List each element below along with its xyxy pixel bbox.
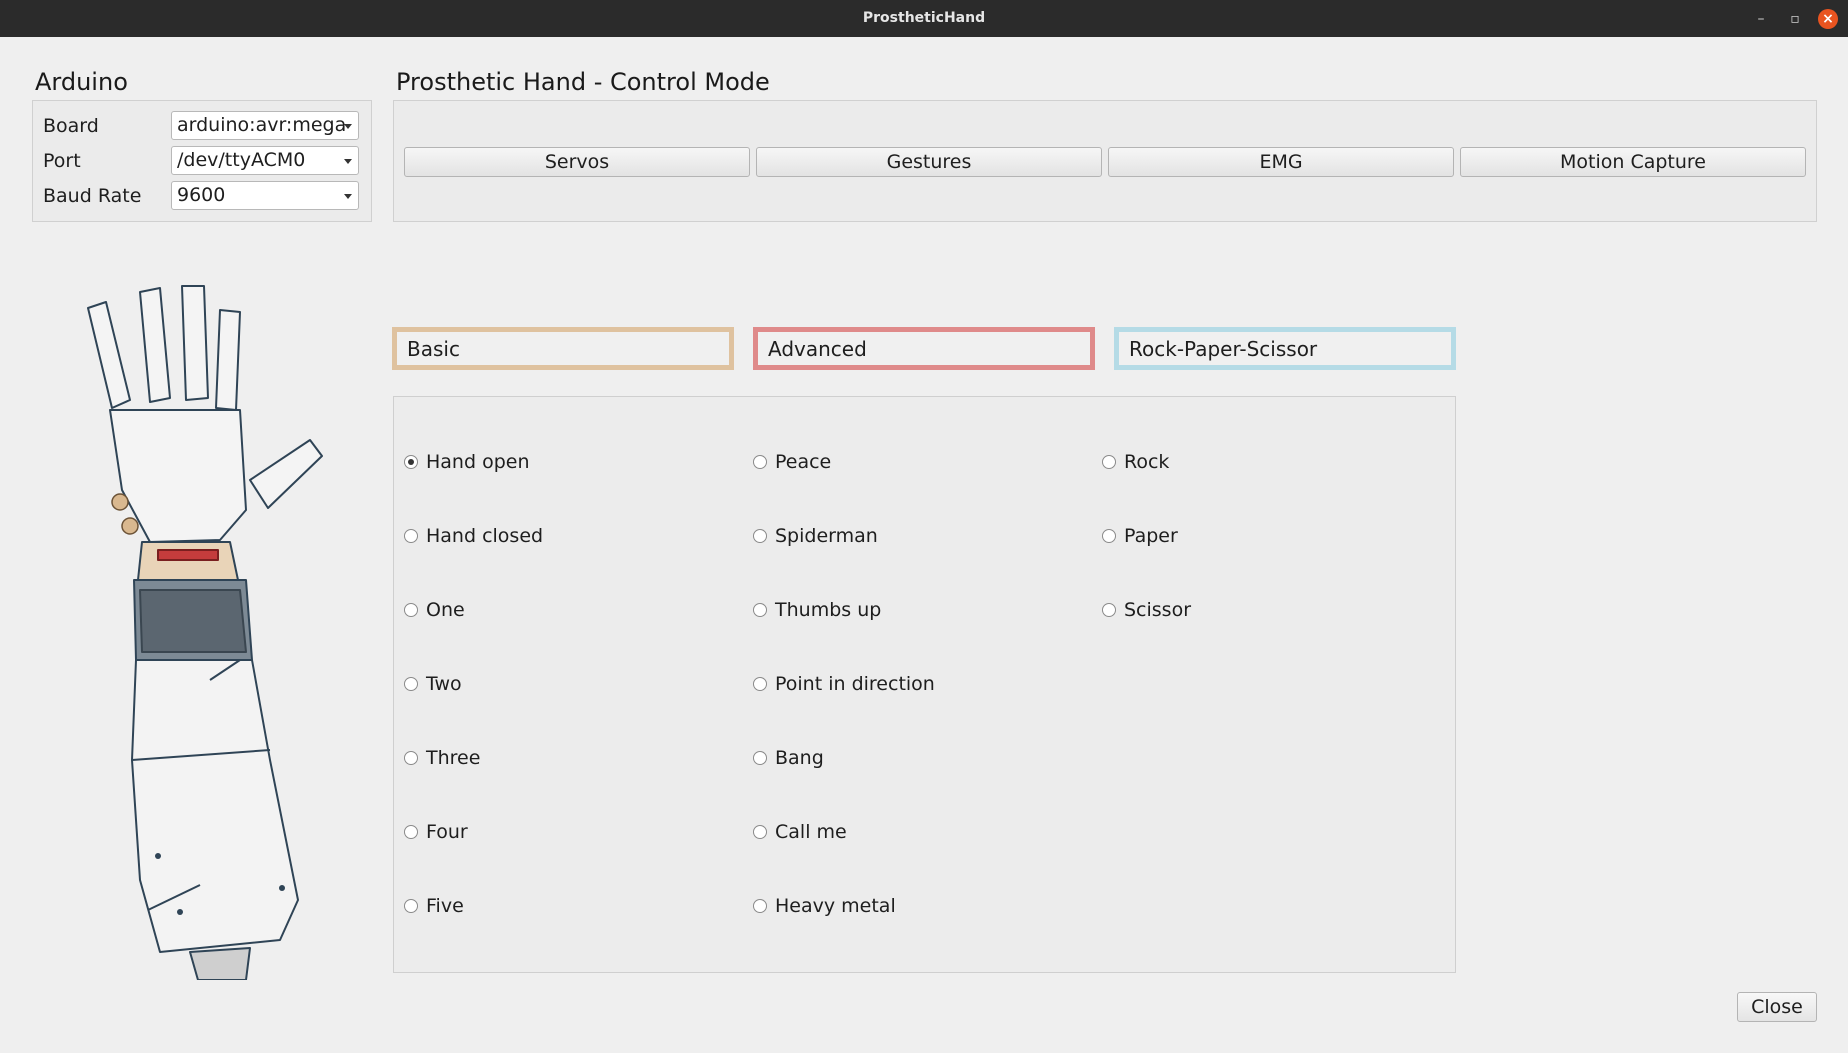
gestures-panel: Hand open Hand closed One Two Three Four… [393, 396, 1456, 973]
title-bar: ProstheticHand – ▫ × [0, 0, 1848, 37]
maximize-icon[interactable]: ▫ [1784, 8, 1806, 30]
chevron-down-icon [344, 194, 352, 199]
control-mode-group: Servos Gestures EMG Motion Capture [393, 100, 1817, 222]
baud-rate-value: 9600 [177, 184, 226, 206]
chevron-down-icon [344, 124, 352, 129]
board-select[interactable]: arduino:avr:mega [171, 111, 359, 140]
radio-icon[interactable] [753, 899, 767, 913]
radio-icon[interactable] [404, 899, 418, 913]
gesture-thumbs-up[interactable]: Thumbs up [753, 599, 881, 621]
radio-icon[interactable] [753, 825, 767, 839]
gestures-button[interactable]: Gestures [756, 147, 1102, 177]
radio-icon[interactable] [404, 751, 418, 765]
radio-icon[interactable] [1102, 603, 1116, 617]
radio-icon[interactable] [753, 529, 767, 543]
radio-icon[interactable] [1102, 455, 1116, 469]
board-value: arduino:avr:mega [177, 114, 347, 136]
baud-rate-label: Baud Rate [43, 185, 142, 207]
port-label: Port [43, 150, 81, 172]
port-select[interactable]: /dev/ttyACM0 [171, 146, 359, 175]
minimize-icon[interactable]: – [1750, 8, 1772, 30]
radio-icon[interactable] [753, 677, 767, 691]
gesture-peace[interactable]: Peace [753, 451, 831, 473]
port-value: /dev/ttyACM0 [177, 149, 306, 171]
basic-category-header: Basic [392, 327, 734, 370]
radio-icon[interactable] [753, 455, 767, 469]
gesture-point-in-direction[interactable]: Point in direction [753, 673, 935, 695]
arduino-group: Board arduino:avr:mega Port /dev/ttyACM0… [32, 100, 372, 222]
gesture-hand-open[interactable]: Hand open [404, 451, 530, 473]
advanced-category-header: Advanced [753, 327, 1095, 370]
gesture-scissor[interactable]: Scissor [1102, 599, 1191, 621]
prosthetic-arm-image [87, 285, 323, 980]
servos-button[interactable]: Servos [404, 147, 750, 177]
radio-icon[interactable] [404, 677, 418, 691]
radio-checked-icon[interactable] [404, 455, 418, 469]
gesture-spiderman[interactable]: Spiderman [753, 525, 878, 547]
close-window-icon[interactable]: × [1818, 9, 1838, 29]
radio-icon[interactable] [1102, 529, 1116, 543]
gesture-heavy-metal[interactable]: Heavy metal [753, 895, 896, 917]
baud-rate-select[interactable]: 9600 [171, 181, 359, 210]
gesture-bang[interactable]: Bang [753, 747, 824, 769]
board-label: Board [43, 115, 99, 137]
gesture-five[interactable]: Five [404, 895, 464, 917]
gesture-four[interactable]: Four [404, 821, 468, 843]
gesture-call-me[interactable]: Call me [753, 821, 847, 843]
control-mode-title: Prosthetic Hand - Control Mode [396, 68, 770, 96]
radio-icon[interactable] [753, 751, 767, 765]
gesture-paper[interactable]: Paper [1102, 525, 1178, 547]
gesture-rock[interactable]: Rock [1102, 451, 1169, 473]
window-title: ProstheticHand [862, 10, 986, 26]
radio-icon[interactable] [404, 529, 418, 543]
chevron-down-icon [344, 159, 352, 164]
close-button[interactable]: Close [1737, 992, 1817, 1022]
radio-icon[interactable] [404, 603, 418, 617]
radio-icon[interactable] [404, 825, 418, 839]
radio-icon[interactable] [753, 603, 767, 617]
gesture-one[interactable]: One [404, 599, 465, 621]
gesture-three[interactable]: Three [404, 747, 480, 769]
gesture-hand-closed[interactable]: Hand closed [404, 525, 543, 547]
rock-paper-scissor-category-header: Rock-Paper-Scissor [1114, 327, 1456, 370]
emg-button[interactable]: EMG [1108, 147, 1454, 177]
arduino-title: Arduino [35, 68, 128, 96]
motion-capture-button[interactable]: Motion Capture [1460, 147, 1806, 177]
gesture-two[interactable]: Two [404, 673, 462, 695]
